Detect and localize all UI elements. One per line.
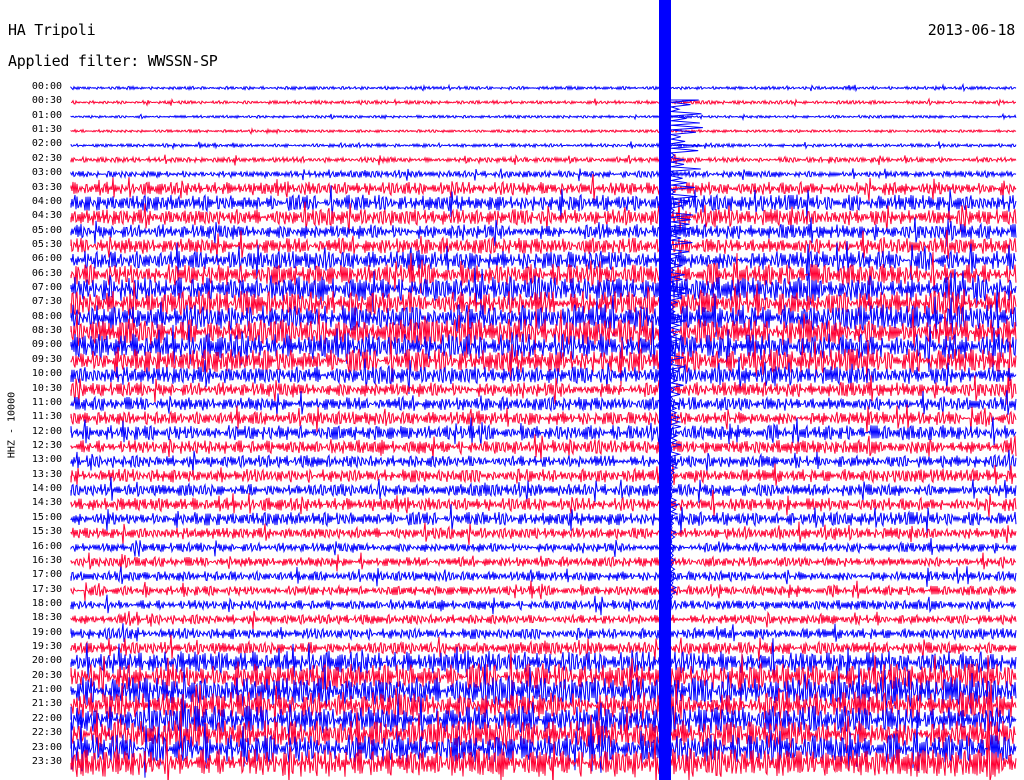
trace-row — [70, 82, 1017, 93]
trace-row — [70, 154, 1017, 166]
trace-row — [70, 623, 1017, 643]
trace-row — [70, 168, 1017, 182]
trace-row — [70, 416, 1017, 446]
trace-row — [70, 610, 1017, 630]
trace-row — [70, 538, 1017, 557]
trace-row — [71, 97, 1017, 108]
seismogram-plot — [70, 0, 1017, 780]
trace-row — [70, 463, 1017, 486]
helicorder-page: HA Tripoli Applied filter: WWSSN-SP 2013… — [0, 0, 1024, 780]
trace-row — [70, 141, 1017, 151]
trace-row — [70, 390, 1017, 418]
trace-row — [70, 566, 1017, 587]
trace-row — [70, 112, 1017, 122]
trace-row — [70, 552, 1017, 572]
trace-row — [70, 733, 1017, 780]
trace-row — [70, 127, 1017, 135]
trace-row — [70, 594, 1017, 616]
trace-row — [70, 580, 1017, 601]
event-trace-column — [659, 0, 671, 780]
trace-row — [70, 521, 1017, 546]
